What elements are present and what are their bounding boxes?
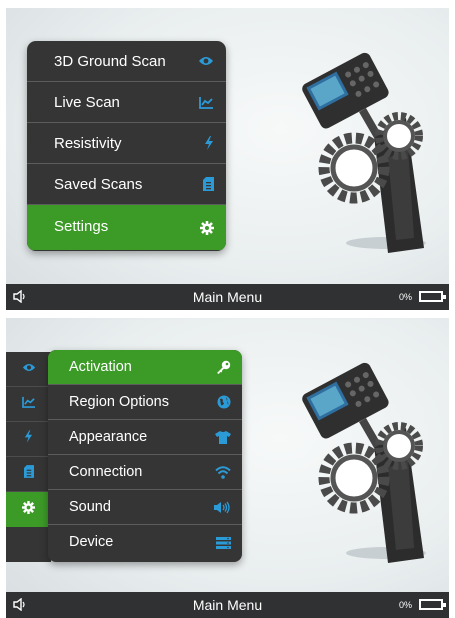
battery-percent: 0%: [398, 600, 412, 610]
menu-item-activation[interactable]: Activation: [48, 350, 242, 385]
status-bar: Main Menu 0%: [6, 592, 449, 618]
sidebar-item-resistivity[interactable]: [6, 422, 51, 457]
sidebar-item-settings[interactable]: [6, 492, 51, 527]
device-list-icon: [216, 525, 231, 560]
gear-icon: [22, 500, 35, 519]
menu-item-sound[interactable]: Sound: [48, 490, 242, 525]
menu-item-label: Sound: [69, 499, 111, 515]
menu-item-label: Live Scan: [54, 94, 120, 111]
screen-title: Main Menu: [192, 597, 263, 613]
menu-item-label: Appearance: [69, 429, 148, 445]
chart-icon: [21, 395, 36, 413]
globe-icon: [217, 385, 231, 419]
battery-percent: 0%: [398, 292, 412, 302]
menu-item-connection[interactable]: Connection: [48, 455, 242, 490]
lightning-icon: [204, 123, 214, 163]
sidebar-item-saved-scans[interactable]: [6, 457, 51, 492]
menu-item-3d-ground-scan[interactable]: 3D Ground Scan: [27, 41, 226, 82]
battery-icon: [419, 599, 446, 610]
menu-item-label: Settings: [54, 218, 109, 235]
lightning-icon: [24, 430, 33, 448]
menu-item-settings[interactable]: Settings: [27, 205, 226, 250]
sd-card-icon: [203, 164, 214, 204]
screen-title: Main Menu: [192, 289, 263, 305]
shirt-icon: [215, 420, 231, 454]
menu-item-label: 3D Ground Scan: [54, 53, 166, 70]
speaker-icon: [214, 490, 231, 524]
eye-icon: [198, 41, 214, 81]
scanner-device-illustration: [302, 362, 426, 563]
wifi-icon: [215, 455, 231, 489]
gear-icon: [200, 205, 214, 250]
scanner-device-illustration: [302, 52, 426, 253]
menu-item-resistivity[interactable]: Resistivity: [27, 123, 226, 164]
main-menu: 3D Ground Scan Live Scan Resistivity Sav…: [27, 41, 226, 251]
menu-item-live-scan[interactable]: Live Scan: [27, 82, 226, 123]
key-icon: [216, 350, 231, 384]
chart-icon: [199, 82, 214, 122]
menu-item-label: Resistivity: [54, 135, 122, 152]
eye-icon: [22, 360, 36, 378]
status-bar: Main Menu 0%: [6, 284, 449, 310]
sd-card-icon: [23, 465, 34, 483]
sidebar-item-3d-ground-scan[interactable]: [6, 352, 51, 387]
settings-menu-screen: Activation Region Options Appearance Con…: [6, 318, 449, 618]
menu-item-saved-scans[interactable]: Saved Scans: [27, 164, 226, 205]
menu-item-label: Activation: [69, 359, 132, 375]
menu-item-device[interactable]: Device: [48, 525, 242, 560]
menu-item-label: Connection: [69, 464, 143, 480]
menu-item-label: Device: [69, 534, 114, 550]
settings-menu: Activation Region Options Appearance Con…: [48, 350, 242, 562]
main-menu-collapsed-sidebar: [6, 352, 51, 562]
menu-item-appearance[interactable]: Appearance: [48, 420, 242, 455]
battery-icon: [419, 291, 446, 302]
sidebar-item-live-scan[interactable]: [6, 387, 51, 422]
main-menu-screen: 3D Ground Scan Live Scan Resistivity Sav…: [6, 8, 449, 310]
menu-item-label: Region Options: [69, 394, 169, 410]
menu-item-region-options[interactable]: Region Options: [48, 385, 242, 420]
menu-item-label: Saved Scans: [54, 176, 143, 193]
